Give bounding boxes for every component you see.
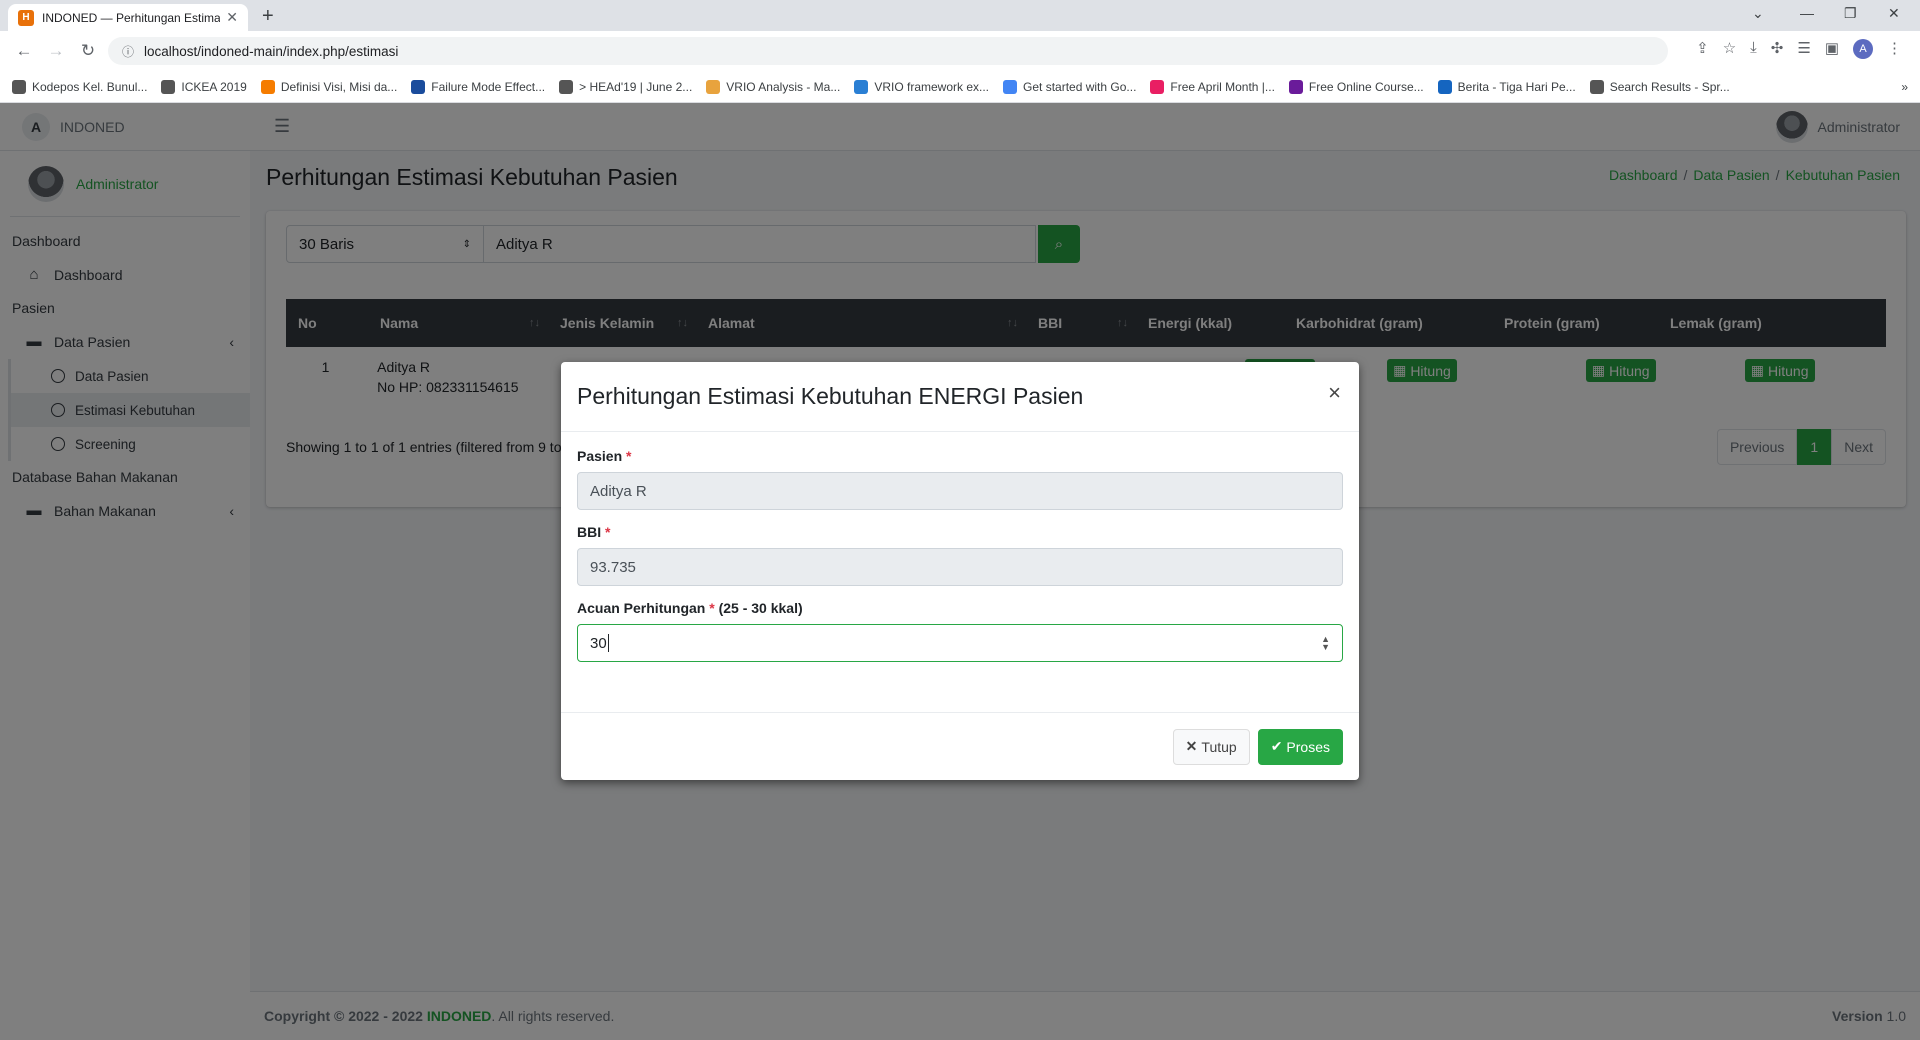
field-label: Pasien * [577,448,1343,464]
new-tab-icon[interactable]: + [262,5,274,28]
bookmark-item[interactable]: Free April Month |... [1150,79,1275,94]
bookmark-favicon-icon [260,79,275,94]
tab-strip: H INDONED — Perhitungan Estima ✕ + ⌄ — ❐… [0,0,1920,31]
bookmark-favicon-icon [1589,79,1604,94]
bookmark-favicon-icon [1437,79,1452,94]
bbi-value: 93.735 [590,558,636,576]
bookmark-item[interactable]: Berita - Tiga Hari Pe... [1437,79,1576,94]
bookmark-favicon-icon [854,79,869,94]
bookmark-label: VRIO Analysis - Ma... [726,79,841,94]
download-icon[interactable]: ⤓ [1750,39,1757,59]
modal-header: Perhitungan Estimasi Kebutuhan ENERGI Pa… [561,362,1359,432]
field-hint: (25 - 30 kkal) [718,600,803,616]
field-label: BBI * [577,524,1343,540]
share-icon[interactable]: ⇪ [1696,39,1709,59]
number-spinner-icon[interactable]: ▲ ▼ [1321,635,1330,652]
field-acuan: Acuan Perhitungan * (25 - 30 kkal) 30 ▲ ▼ [577,600,1343,662]
text-cursor [607,634,609,652]
extensions-icon[interactable]: ✣ [1771,39,1784,59]
bookmark-favicon-icon [559,79,574,94]
browser-tab[interactable]: H INDONED — Perhitungan Estima ✕ [8,4,248,31]
bookmark-item[interactable]: Definisi Visi, Misi da... [260,79,398,94]
bbi-input[interactable]: 93.735 [577,548,1343,586]
check-icon: ✔ [1270,738,1283,754]
bookmarks-bar: Kodepos Kel. Bunul... ICKEA 2019 Definisi … [0,71,1920,103]
tutup-label: Tutup [1201,738,1237,755]
close-icon[interactable]: × [1328,380,1341,406]
bookmark-item[interactable]: ICKEA 2019 [161,79,247,94]
bookmark-label: Get started with Go... [1023,79,1137,94]
required-mark: * [605,524,611,540]
tab-search-icon[interactable]: ⌄ [1752,5,1764,22]
tab-title: INDONED — Perhitungan Estima [42,10,221,25]
menu-kebab-icon[interactable]: ⋮ [1887,39,1902,59]
required-mark: * [626,448,632,464]
reading-list-icon[interactable]: ☰ [1797,39,1810,59]
bookmark-label: Free April Month |... [1170,79,1275,94]
bookmark-item[interactable]: VRIO Analysis - Ma... [706,79,841,94]
label-text: BBI [577,524,602,540]
modal-body: Pasien * Aditya R BBI * 93.735 Acuan Per… [561,432,1359,692]
modal-title: Perhitungan Estimasi Kebutuhan ENERGI Pa… [577,383,1084,409]
close-x-icon: ✕ [1185,738,1198,754]
side-panel-icon[interactable]: ▣ [1825,39,1839,59]
bookmark-label: ICKEA 2019 [181,79,247,94]
toolbar-actions: ⇪ ☆ ⤓ ✣ ☰ ▣ A ⋮ [1696,39,1902,59]
site-info-icon[interactable]: ⓘ [122,43,134,60]
bookmark-favicon-icon [161,79,176,94]
bookmark-item[interactable]: Kodepos Kel. Bunul... [12,79,148,94]
bookmark-item[interactable]: Search Results - Spr... [1589,79,1730,94]
bookmark-label: Kodepos Kel. Bunul... [32,79,148,94]
close-window-icon[interactable]: ✕ [1888,5,1900,22]
pasien-value: Aditya R [590,482,647,500]
browser-chrome: H INDONED — Perhitungan Estima ✕ + ⌄ — ❐… [0,0,1920,103]
bookmark-item[interactable]: > HEAd'19 | June 2... [559,79,693,94]
profile-avatar[interactable]: A [1853,39,1873,59]
tab-close-icon[interactable]: ✕ [226,9,238,26]
bookmark-favicon-icon [411,79,426,94]
url-text: localhost/indoned-main/index.php/estimas… [144,43,399,59]
bookmark-item[interactable]: Free Online Course... [1288,79,1424,94]
proses-button[interactable]: ✔ Proses [1257,728,1343,765]
bookmark-favicon-icon [706,79,721,94]
acuan-number-input[interactable]: 30 ▲ ▼ [577,624,1343,662]
reload-icon[interactable]: ↻ [74,41,102,61]
browser-toolbar: ← → ↻ ⓘ localhost/indoned-main/index.php… [0,31,1920,71]
tab-favicon-icon: H [18,9,34,26]
restore-icon[interactable]: ❐ [1844,5,1857,22]
energy-modal: Perhitungan Estimasi Kebutuhan ENERGI Pa… [561,362,1359,780]
address-bar[interactable]: ⓘ localhost/indoned-main/index.php/estim… [108,37,1668,65]
bookmark-item[interactable]: Failure Mode Effect... [411,79,546,94]
bookmark-label: Search Results - Spr... [1609,79,1730,94]
bookmark-star-icon[interactable]: ☆ [1723,39,1736,59]
proses-label: Proses [1286,738,1330,755]
bookmark-item[interactable]: Get started with Go... [1003,79,1137,94]
bookmarks-overflow-icon[interactable]: » [1901,80,1908,94]
pasien-input[interactable]: Aditya R [577,472,1343,510]
bookmark-favicon-icon [1003,79,1018,94]
bookmark-favicon-icon [1288,79,1303,94]
bookmark-favicon-icon [1150,79,1165,94]
bookmark-label: VRIO framework ex... [874,79,990,94]
bookmark-label: Failure Mode Effect... [431,79,546,94]
field-label: Acuan Perhitungan * (25 - 30 kkal) [577,600,1343,616]
field-pasien: Pasien * Aditya R [577,448,1343,510]
bookmark-label: Berita - Tiga Hari Pe... [1457,79,1576,94]
bookmark-favicon-icon [12,79,26,94]
field-bbi: BBI * 93.735 [577,524,1343,586]
bookmark-label: Free Online Course... [1308,79,1424,94]
modal-footer: ✕ Tutup ✔ Proses [561,712,1359,780]
label-text: Pasien [577,448,623,464]
acuan-value: 30 [590,634,607,652]
bookmark-label: > HEAd'19 | June 2... [579,79,693,94]
forward-icon[interactable]: → [42,41,70,61]
back-icon[interactable]: ← [10,41,38,61]
tutup-button[interactable]: ✕ Tutup [1172,728,1250,765]
bookmark-item[interactable]: VRIO framework ex... [854,79,990,94]
required-mark: * [709,600,715,616]
minimize-icon[interactable]: — [1800,5,1814,21]
label-text: Acuan Perhitungan [577,600,706,616]
bookmark-label: Definisi Visi, Misi da... [280,79,398,94]
